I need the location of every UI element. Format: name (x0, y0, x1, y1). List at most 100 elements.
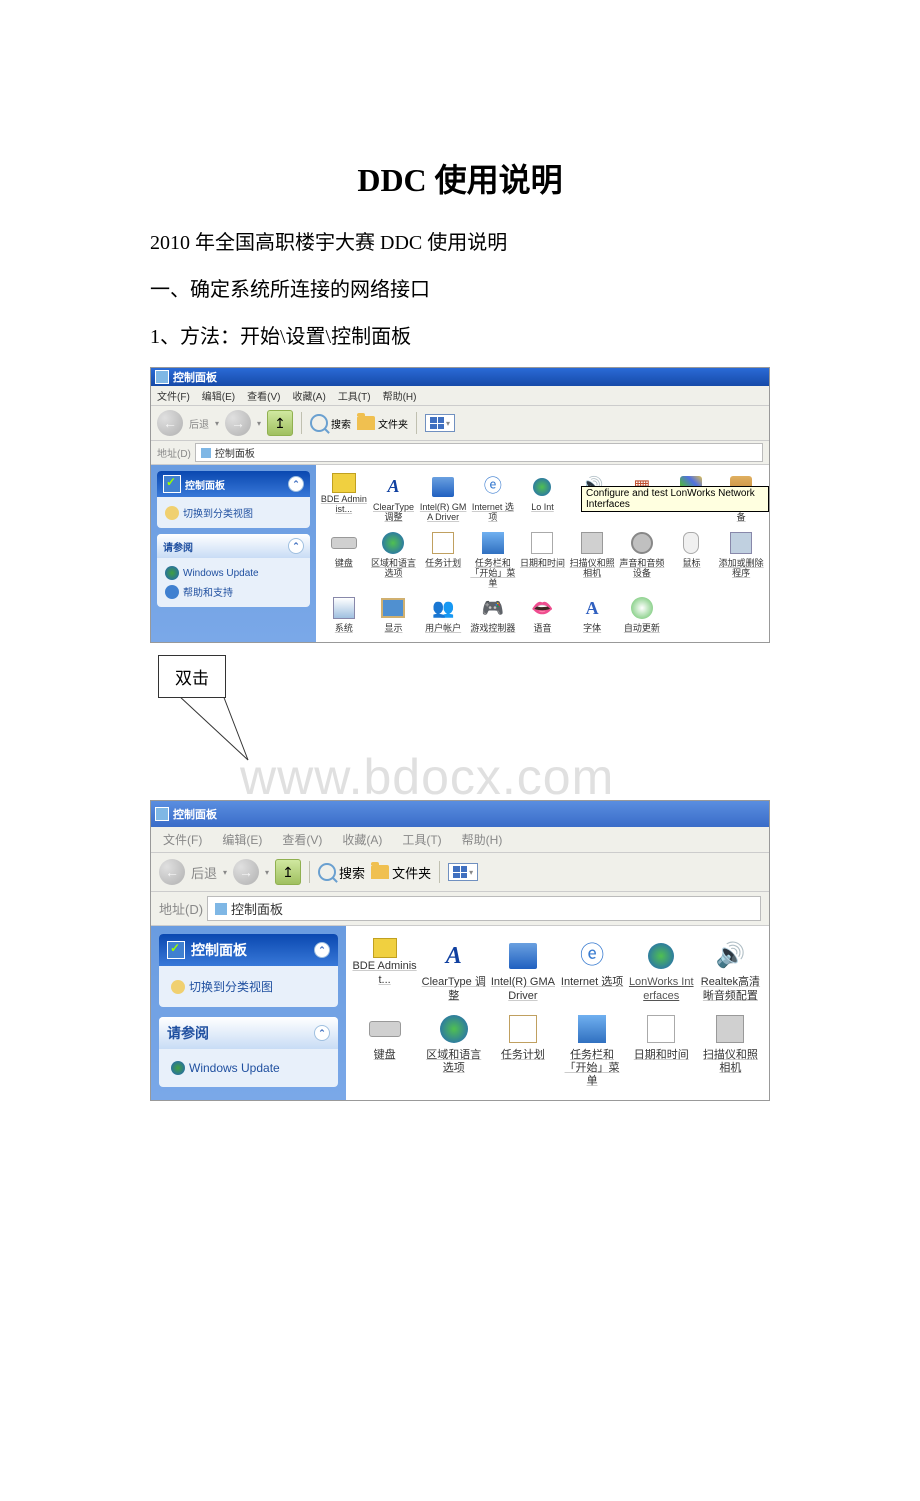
autoupdate-icon (628, 594, 656, 622)
sidebar: 控制面板⌃ 切换到分类视图 请参阅⌃ Windows Update (151, 926, 346, 1100)
cp-item-taskbar[interactable]: 任务栏和「开始」菜单 (559, 1009, 624, 1091)
window-titlebar[interactable]: 控制面板 (151, 801, 769, 827)
cp-item-speech[interactable]: 👄语音 (519, 592, 567, 636)
search-button[interactable]: 搜索 (310, 414, 351, 432)
users-icon: 👥 (429, 594, 457, 622)
forward-button[interactable]: → (225, 410, 251, 436)
menu-file[interactable]: 文件(F) (157, 388, 190, 403)
menu-favorites[interactable]: 收藏(A) (292, 388, 325, 403)
window-titlebar[interactable]: 控制面板 (151, 368, 769, 386)
cp-item-scheduler[interactable]: 任务计划 (419, 527, 467, 591)
menubar: 文件(F) 编辑(E) 查看(V) 收藏(A) 工具(T) 帮助(H) (151, 386, 769, 406)
cp-item-lonworks[interactable]: Lo Int (519, 471, 567, 525)
panel-header[interactable]: 请参阅⌃ (157, 534, 310, 558)
globe-icon (436, 1011, 472, 1047)
cp-item-addremove[interactable]: 添加或删除程序 (717, 527, 765, 591)
control-panel-icon (155, 370, 169, 384)
cp-item-internet[interactable]: ⓔInternet 选项 (469, 471, 517, 525)
cp-item-scheduler[interactable]: 任务计划 (490, 1009, 555, 1091)
address-field[interactable]: 控制面板 (207, 896, 761, 921)
up-button[interactable]: ↥ (275, 859, 301, 885)
cp-item-users[interactable]: 👥用户帐户 (419, 592, 467, 636)
menu-view[interactable]: 查看(V) (247, 388, 280, 403)
cp-item-bde[interactable]: BDE Administ... (352, 936, 417, 1004)
address-field[interactable]: 控制面板 (195, 443, 763, 462)
cp-item-keyboard[interactable]: 键盘 (320, 527, 368, 591)
menu-view[interactable]: 查看(V) (282, 831, 322, 848)
panel-header[interactable]: 控制面板⌃ (157, 471, 310, 497)
menu-edit[interactable]: 编辑(E) (222, 831, 262, 848)
cp-item-internet[interactable]: ⓔInternet 选项 (559, 936, 624, 1004)
cp-item-game[interactable]: 🎮游戏控制器 (469, 592, 517, 636)
menu-tools[interactable]: 工具(T) (402, 831, 441, 848)
address-icon (200, 447, 212, 459)
menu-favorites[interactable]: 收藏(A) (342, 831, 382, 848)
grid-icon (430, 417, 444, 429)
panel-header[interactable]: 请参阅⌃ (159, 1017, 338, 1049)
menu-tools[interactable]: 工具(T) (338, 388, 371, 403)
forward-dropdown-icon[interactable]: ▾ (265, 868, 269, 877)
font-icon: A (578, 594, 606, 622)
cp-item-display[interactable]: 显示 (370, 592, 418, 636)
cp-item-realtek[interactable]: 🔊Realtek高清晰音频配置 (698, 936, 763, 1004)
cp-item-scanner[interactable]: 扫描仪和照相机 (698, 1009, 763, 1091)
address-label: 地址(D) (159, 899, 203, 918)
menu-help[interactable]: 帮助(H) (462, 831, 503, 848)
cp-item-region[interactable]: 区域和语言选项 (370, 527, 418, 591)
cp-item-cleartype[interactable]: AClearType 调整 (370, 471, 418, 525)
cp-item-sound[interactable]: 声音和音频设备 (618, 527, 666, 591)
cp-item-datetime[interactable]: 日期和时间 (519, 527, 567, 591)
menubar: 文件(F) 编辑(E) 查看(V) 收藏(A) 工具(T) 帮助(H) (151, 827, 769, 853)
windows-update-link[interactable]: Windows Update (171, 1059, 326, 1077)
cp-item-autoupdate[interactable]: 自动更新 (618, 592, 666, 636)
cp-item-region[interactable]: 区域和语言选项 (421, 1009, 486, 1091)
menu-edit[interactable]: 编辑(E) (202, 388, 235, 403)
collapse-icon[interactable]: ⌃ (288, 538, 304, 554)
scanner-icon (578, 529, 606, 557)
cp-item-intel[interactable]: Intel(R) GMA Driver (419, 471, 467, 525)
back-button[interactable]: ← (157, 410, 183, 436)
cp-item-bde[interactable]: BDE Administ... (320, 471, 368, 525)
cp-item-datetime[interactable]: 日期和时间 (629, 1009, 694, 1091)
folders-button[interactable]: 文件夹 (371, 863, 431, 882)
windows-update-link[interactable]: Windows Update (165, 564, 302, 582)
cp-item-mouse[interactable]: 鼠标 (668, 527, 716, 591)
cp-item-system[interactable]: 系统 (320, 592, 368, 636)
back-label: 后退 (189, 416, 209, 431)
cp-item-keyboard[interactable]: 键盘 (352, 1009, 417, 1091)
back-dropdown-icon[interactable]: ▾ (223, 868, 227, 877)
panel-header[interactable]: 控制面板⌃ (159, 934, 338, 966)
cp-item-fonts[interactable]: A字体 (568, 592, 616, 636)
cp-item-scanner[interactable]: 扫描仪和照相机 (568, 527, 616, 591)
screenshot-2: 控制面板 文件(F) 编辑(E) 查看(V) 收藏(A) 工具(T) 帮助(H)… (150, 800, 770, 1101)
control-panel-icon (163, 475, 181, 493)
view-mode-button[interactable]: ▾ (425, 414, 455, 432)
up-button[interactable]: ↥ (267, 410, 293, 436)
help-support-link[interactable]: 帮助和支持 (165, 582, 302, 601)
forward-dropdown-icon[interactable]: ▾ (257, 419, 261, 428)
back-dropdown-icon[interactable]: ▾ (215, 419, 219, 428)
view-mode-button[interactable]: ▾ (448, 863, 478, 881)
menu-file[interactable]: 文件(F) (163, 831, 202, 848)
taskbar-icon (574, 1011, 610, 1047)
cp-item-lonworks[interactable]: LonWorks Interfaces (629, 936, 694, 1004)
folders-button[interactable]: 文件夹 (357, 416, 408, 431)
collapse-icon[interactable]: ⌃ (288, 476, 304, 492)
speaker-icon: 🔊 (712, 938, 748, 974)
switch-view-link[interactable]: 切换到分类视图 (165, 503, 302, 522)
menu-help[interactable]: 帮助(H) (383, 388, 417, 403)
switch-view-link[interactable]: 切换到分类视图 (171, 976, 326, 997)
taskbar-icon (479, 529, 507, 557)
forward-button[interactable]: → (233, 859, 259, 885)
collapse-icon[interactable]: ⌃ (314, 1025, 330, 1041)
cp-item-taskbar[interactable]: 任务栏和「开始」菜单 (469, 527, 517, 591)
sidebar: 控制面板⌃ 切换到分类视图 请参阅⌃ Windows Update 帮助和支持 (151, 465, 316, 642)
cp-item-cleartype[interactable]: AClearType 调整 (421, 936, 486, 1004)
cp-item-intel[interactable]: Intel(R) GMA Driver (490, 936, 555, 1004)
search-button[interactable]: 搜索 (318, 863, 365, 882)
doc-section-1: 一、确定系统所连接的网络接口 (150, 273, 770, 302)
display-icon (379, 594, 407, 622)
back-button[interactable]: ← (159, 859, 185, 885)
back-label: 后退 (191, 863, 217, 882)
collapse-icon[interactable]: ⌃ (314, 942, 330, 958)
